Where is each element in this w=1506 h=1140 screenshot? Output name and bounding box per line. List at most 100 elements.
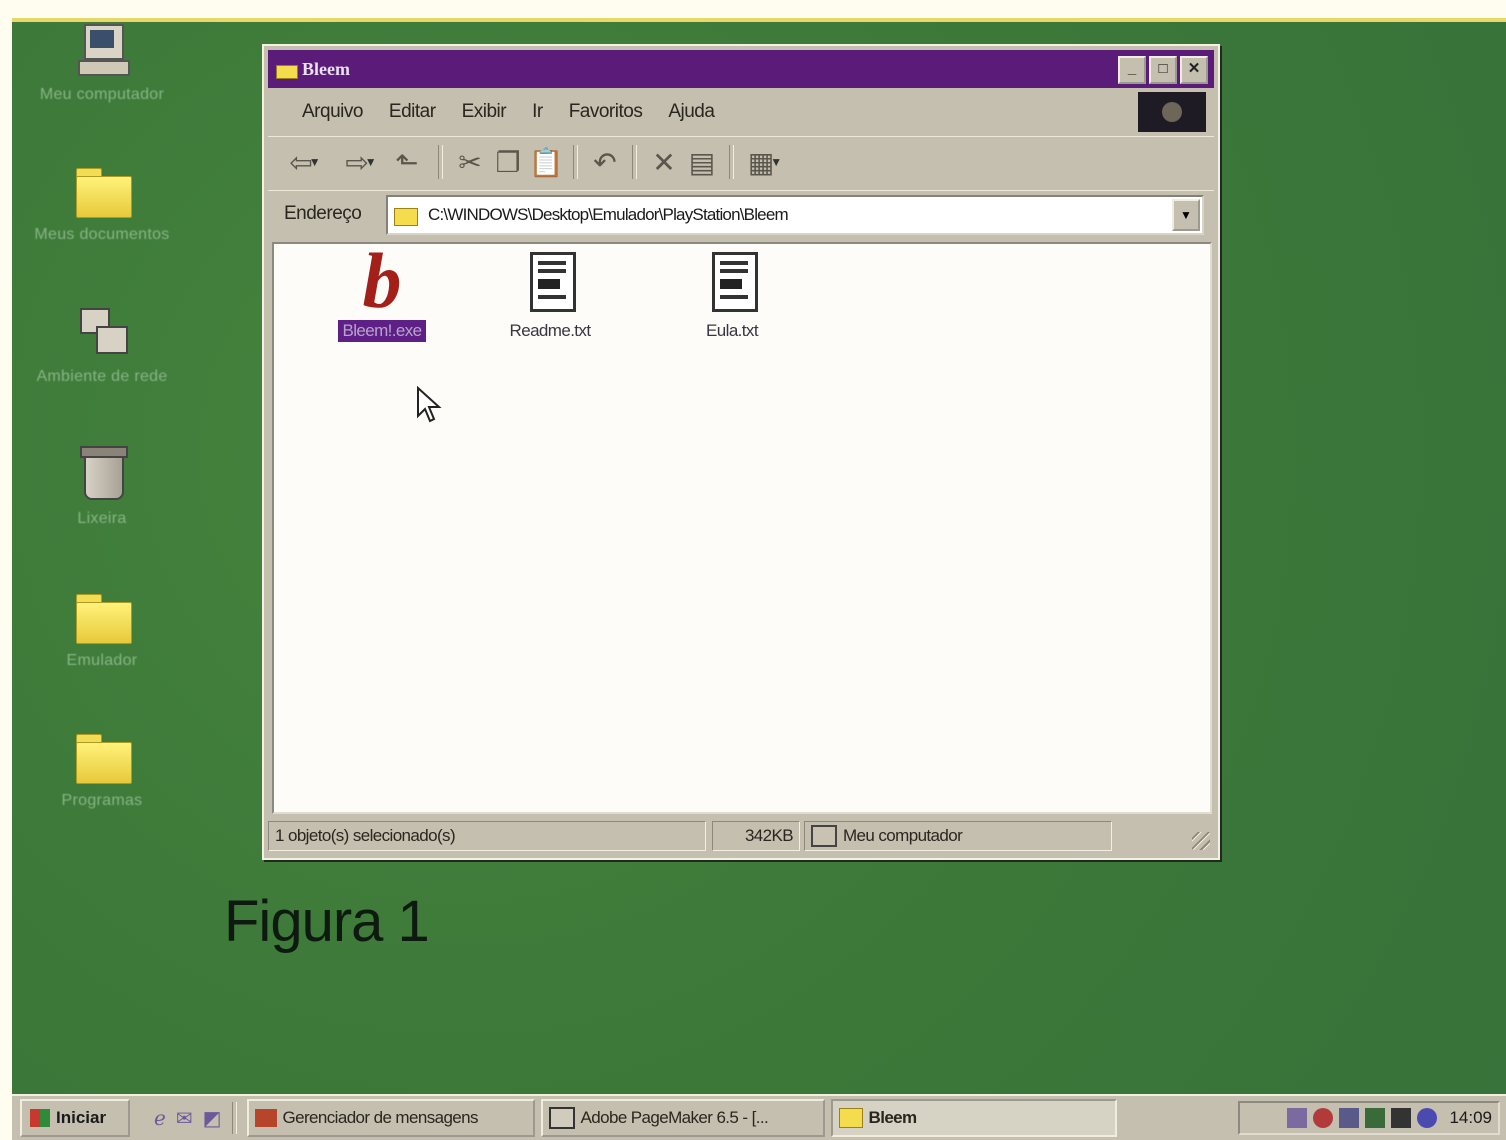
paste-button[interactable]: 📋 [527, 142, 565, 182]
close-button[interactable]: ✕ [1180, 56, 1208, 84]
address-dropdown-button[interactable]: ▼ [1172, 199, 1200, 231]
folder-icon [72, 588, 132, 644]
status-zone: Meu computador [804, 821, 1112, 851]
task-label: Gerenciador de mensagens [282, 1108, 479, 1127]
desktop-icon-label: Emulador [66, 652, 138, 669]
status-selection: 1 objeto(s) selecionado(s) [268, 821, 706, 851]
desktop-icon-label: Ambiente de rede [36, 368, 168, 385]
explorer-window: Bleem _ □ ✕ Arquivo Editar Exibir Ir Fav… [262, 44, 1220, 860]
task-label: Adobe PageMaker 6.5 - [... [580, 1108, 769, 1127]
undo-icon: ↶ [593, 146, 617, 178]
folder-icon [72, 728, 132, 784]
address-value: C:\WINDOWS\Desktop\Emulador\PlayStation\… [428, 205, 789, 224]
menu-arquivo[interactable]: Arquivo [302, 101, 363, 123]
file-item-eula[interactable]: Eula.txt [652, 248, 812, 342]
chevron-down-icon: ▼ [770, 155, 783, 169]
desktop-icon-label: Meu computador [39, 86, 165, 103]
address-label: Endereço [284, 203, 362, 224]
tray-icon[interactable] [1313, 1108, 1334, 1128]
file-view[interactable]: b Bleem!.exe Readme.txt Eula.txt [272, 242, 1212, 814]
folder-icon [838, 1108, 863, 1128]
properties-icon: ▤ [688, 146, 716, 178]
desktop-icon-network[interactable]: Ambiente de rede [12, 304, 192, 386]
quick-launch: ℯ ✉ ◩ [154, 1106, 222, 1131]
tray-icon[interactable] [1365, 1108, 1386, 1128]
address-input[interactable]: C:\WINDOWS\Desktop\Emulador\PlayStation\… [386, 195, 1204, 235]
status-bar: 1 objeto(s) selecionado(s) 342KB Meu com… [268, 818, 1214, 854]
desktop-icon-label: Lixeira [77, 510, 127, 527]
file-name: Eula.txt [706, 321, 759, 340]
internet-explorer-icon[interactable]: ℯ [154, 1106, 166, 1131]
status-size: 342KB [712, 821, 800, 851]
show-desktop-icon[interactable]: ◩ [203, 1106, 222, 1131]
delete-button[interactable]: ✕ [645, 142, 683, 182]
task-gerenciador[interactable]: Gerenciador de mensagens [246, 1099, 535, 1137]
task-pagemaker[interactable]: Adobe PageMaker 6.5 - [... [540, 1099, 825, 1137]
menu-bar: Arquivo Editar Exibir Ir Favoritos Ajuda [268, 92, 1214, 132]
windows-logo-throbber [1138, 92, 1206, 132]
menu-ajuda[interactable]: Ajuda [668, 101, 715, 123]
window-title: Bleem [302, 58, 350, 79]
maximize-button[interactable]: □ [1149, 56, 1177, 84]
copy-button[interactable]: ❐ [489, 142, 527, 182]
mouse-pointer-icon [417, 386, 442, 423]
task-label: Bleem [868, 1108, 918, 1127]
chevron-down-icon: ▼ [308, 155, 321, 169]
messenger-icon [254, 1109, 277, 1127]
windows-flag-icon [30, 1109, 50, 1127]
properties-button[interactable]: ▤ [683, 142, 721, 182]
text-file-icon [520, 248, 580, 314]
text-file-icon [702, 248, 762, 314]
clock[interactable]: 14:09 [1449, 1108, 1492, 1128]
network-neighborhood-icon [72, 304, 132, 360]
file-item-readme[interactable]: Readme.txt [470, 248, 630, 342]
back-button[interactable]: ⇦ ▼ [282, 142, 328, 182]
desktop-icon-recycle-bin[interactable]: Lixeira [12, 446, 192, 528]
speaker-icon[interactable] [1417, 1108, 1438, 1128]
views-button[interactable]: ▦ ▼ [742, 142, 788, 182]
task-bleem[interactable]: Bleem [830, 1099, 1117, 1137]
outlook-express-icon[interactable]: ✉ [176, 1106, 193, 1131]
tray-icon[interactable] [1339, 1108, 1360, 1128]
scissors-icon: ✂ [458, 146, 482, 178]
tray-icon[interactable] [1391, 1108, 1412, 1128]
desktop-icon-programas[interactable]: Programas [12, 728, 192, 810]
taskbar-separator [231, 1102, 237, 1134]
my-documents-icon [72, 162, 132, 218]
paste-icon: 📋 [528, 146, 564, 178]
start-button[interactable]: Iniciar [20, 1099, 130, 1137]
file-name: Readme.txt [509, 321, 592, 340]
menu-ir[interactable]: Ir [532, 101, 543, 123]
undo-button[interactable]: ↶ [586, 142, 624, 182]
desktop-icon-emulador[interactable]: Emulador [12, 588, 192, 670]
pagemaker-icon [548, 1107, 575, 1129]
toolbar-separator [438, 145, 443, 179]
recycle-bin-icon [72, 446, 132, 502]
window-titlebar[interactable]: Bleem _ □ ✕ [268, 50, 1214, 88]
toolbar-separator [632, 145, 637, 179]
folder-icon [276, 61, 298, 79]
taskbar: Iniciar ℯ ✉ ◩ Gerenciador de mensagens A… [12, 1094, 1506, 1140]
folder-icon [394, 206, 418, 226]
toolbar-separator [729, 145, 734, 179]
menu-favoritos[interactable]: Favoritos [569, 101, 643, 123]
cut-button[interactable]: ✂ [451, 142, 489, 182]
status-zone-label: Meu computador [843, 826, 963, 845]
minimize-button[interactable]: _ [1118, 56, 1146, 84]
resize-grip[interactable] [1192, 832, 1210, 850]
menu-editar[interactable]: Editar [389, 101, 436, 123]
up-folder-button[interactable]: ⬑ [384, 142, 430, 182]
desktop-icon-my-documents[interactable]: Meus documentos [12, 162, 192, 244]
address-bar: Endereço C:\WINDOWS\Desktop\Emulador\Pla… [268, 190, 1214, 237]
chevron-down-icon: ▼ [364, 155, 377, 169]
system-tray: 14:09 [1238, 1101, 1500, 1135]
toolbar-separator [573, 145, 578, 179]
forward-button[interactable]: ⇨ ▼ [338, 142, 384, 182]
menu-exibir[interactable]: Exibir [462, 101, 507, 123]
copy-icon: ❐ [495, 146, 521, 178]
figure-caption: Figura 1 [224, 889, 430, 954]
desktop-icon-my-computer[interactable]: Meu computador [12, 22, 192, 104]
up-folder-icon: ⬑ [395, 146, 419, 178]
tray-icon[interactable] [1287, 1108, 1308, 1128]
file-item-bleem-exe[interactable]: b Bleem!.exe [302, 242, 462, 342]
